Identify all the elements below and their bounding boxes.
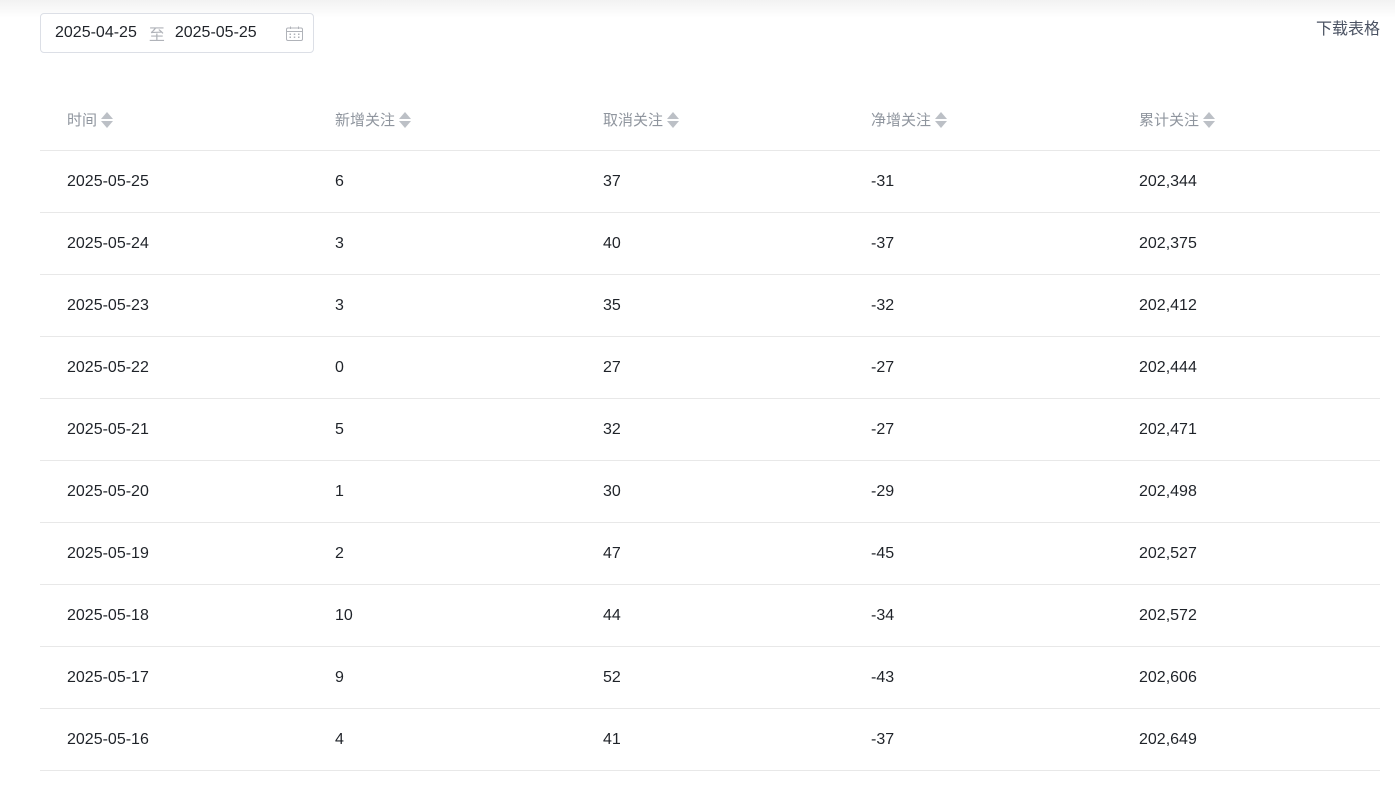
calendar-icon[interactable]: [285, 25, 303, 41]
download-table-link[interactable]: 下载表格: [1316, 15, 1380, 39]
cell-date: 2025-05-23: [40, 274, 308, 337]
sort-icon[interactable]: [101, 111, 114, 128]
end-date[interactable]: 2025-05-25: [175, 24, 257, 42]
cell-unfollows: 35: [576, 274, 844, 337]
table-row: 2025-05-22 0 27 -27 202,444: [40, 336, 1380, 399]
cell-net-follows: -37: [844, 212, 1112, 275]
cell-net-follows: -29: [844, 460, 1112, 523]
cell-total-follows: 202,606: [1112, 646, 1380, 709]
cell-new-follows: 4: [308, 708, 576, 771]
cell-unfollows: 27: [576, 336, 844, 399]
cell-unfollows: 37: [576, 150, 844, 213]
cell-unfollows: 52: [576, 646, 844, 709]
cell-new-follows: 9: [308, 646, 576, 709]
column-header-total-follows[interactable]: 累计关注: [1112, 89, 1380, 151]
cell-date: 2025-05-17: [40, 646, 308, 709]
column-header-new-follows[interactable]: 新增关注: [308, 89, 576, 151]
cell-new-follows: 3: [308, 274, 576, 337]
column-header-net-follows[interactable]: 净增关注: [844, 89, 1112, 151]
table-row: 2025-05-18 10 44 -34 202,572: [40, 584, 1380, 647]
cell-new-follows: 0: [308, 336, 576, 399]
cell-unfollows: 41: [576, 708, 844, 771]
cell-new-follows: 1: [308, 460, 576, 523]
cell-unfollows: 30: [576, 460, 844, 523]
start-date[interactable]: 2025-04-25: [55, 24, 137, 42]
cell-net-follows: -43: [844, 646, 1112, 709]
cell-date: 2025-05-20: [40, 460, 308, 523]
sort-icon[interactable]: [399, 111, 412, 128]
cell-net-follows: -34: [844, 584, 1112, 647]
table-row: 2025-05-25 6 37 -31 202,344: [40, 150, 1380, 213]
sort-icon[interactable]: [667, 111, 680, 128]
cell-total-follows: 202,412: [1112, 274, 1380, 337]
sort-icon[interactable]: [1203, 111, 1216, 128]
cell-net-follows: -27: [844, 336, 1112, 399]
cell-new-follows: 5: [308, 398, 576, 461]
cell-unfollows: 32: [576, 398, 844, 461]
table-row: 2025-05-21 5 32 -27 202,471: [40, 398, 1380, 461]
cell-unfollows: 44: [576, 584, 844, 647]
table-header-row: 时间 新增关注 取消关注 净增关注 累计关注: [40, 89, 1380, 151]
cell-new-follows: 10: [308, 584, 576, 647]
column-header-unfollows[interactable]: 取消关注: [576, 89, 844, 151]
range-separator: 至: [148, 27, 165, 44]
cell-new-follows: 3: [308, 212, 576, 275]
cell-date: 2025-05-18: [40, 584, 308, 647]
cell-unfollows: 47: [576, 522, 844, 585]
cell-net-follows: -37: [844, 708, 1112, 771]
cell-new-follows: 2: [308, 522, 576, 585]
cell-total-follows: 202,375: [1112, 212, 1380, 275]
cell-total-follows: 202,344: [1112, 150, 1380, 213]
cell-total-follows: 202,471: [1112, 398, 1380, 461]
table-row: 2025-05-24 3 40 -37 202,375: [40, 212, 1380, 275]
cell-total-follows: 202,444: [1112, 336, 1380, 399]
cell-total-follows: 202,649: [1112, 708, 1380, 771]
cell-date: 2025-05-25: [40, 150, 308, 213]
table-row: 2025-05-19 2 47 -45 202,527: [40, 522, 1380, 585]
table-row: 2025-05-17 9 52 -43 202,606: [40, 646, 1380, 709]
table-row: 2025-05-23 3 35 -32 202,412: [40, 274, 1380, 337]
column-header-date[interactable]: 时间: [40, 89, 308, 151]
table-row: 2025-05-20 1 30 -29 202,498: [40, 460, 1380, 523]
cell-unfollows: 40: [576, 212, 844, 275]
cell-date: 2025-05-24: [40, 212, 308, 275]
table-row: 2025-05-16 4 41 -37 202,649: [40, 708, 1380, 771]
cell-new-follows: 6: [308, 150, 576, 213]
cell-total-follows: 202,572: [1112, 584, 1380, 647]
follower-stats-table: 时间 新增关注 取消关注 净增关注 累计关注 2025-05-25 6 37 -31 2…: [40, 89, 1380, 771]
cell-total-follows: 202,498: [1112, 460, 1380, 523]
cell-net-follows: -45: [844, 522, 1112, 585]
cell-date: 2025-05-16: [40, 708, 308, 771]
cell-net-follows: -27: [844, 398, 1112, 461]
cell-date: 2025-05-22: [40, 336, 308, 399]
cell-net-follows: -32: [844, 274, 1112, 337]
sort-icon[interactable]: [935, 111, 948, 128]
cell-date: 2025-05-21: [40, 398, 308, 461]
date-range-picker[interactable]: 2025-04-25 至 2025-05-25: [40, 13, 314, 53]
cell-total-follows: 202,527: [1112, 522, 1380, 585]
cell-net-follows: -31: [844, 150, 1112, 213]
cell-date: 2025-05-19: [40, 522, 308, 585]
